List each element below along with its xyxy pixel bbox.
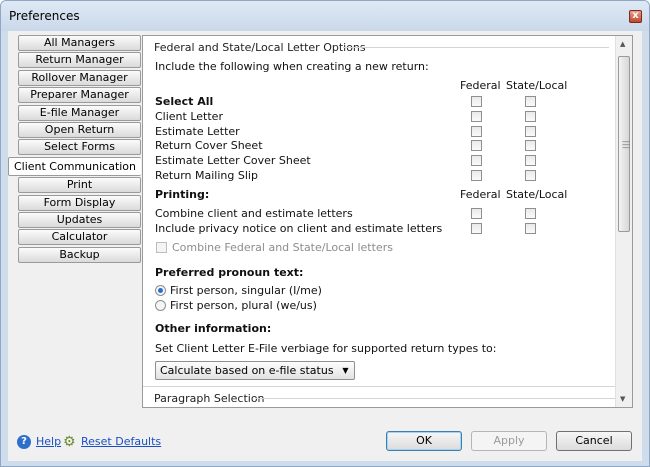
printing-option-label: Include privacy notice on client and est…: [155, 222, 443, 235]
section-divider: [343, 47, 609, 48]
intro-text: Include the following when creating a ne…: [155, 60, 429, 73]
mailing-slip-state-checkbox[interactable]: [525, 170, 536, 181]
cancel-button[interactable]: Cancel: [556, 431, 632, 451]
other-info-heading: Other information:: [155, 322, 272, 335]
privacy-notice-state-checkbox[interactable]: [525, 223, 536, 234]
section-divider: [256, 398, 616, 399]
nav-item-all-managers[interactable]: All Managers: [18, 35, 141, 51]
dialog-footer: ? Help ⚙ Reset Defaults OK Apply Cancel: [8, 413, 642, 461]
reset-defaults-link[interactable]: Reset Defaults: [81, 435, 161, 448]
pronoun-option-label: First person, plural (we/us): [170, 299, 317, 312]
estimate-cover-federal-checkbox[interactable]: [471, 155, 482, 166]
grip-icon: — — —: [622, 137, 630, 152]
pronoun-singular-radio[interactable]: [155, 285, 166, 296]
settings-panel: Federal and State/Local Letter Options I…: [142, 35, 633, 408]
dialog-body: All Managers Return Manager Rollover Manag…: [8, 31, 642, 461]
client-letter-state-checkbox[interactable]: [525, 111, 536, 122]
return-cover-federal-checkbox[interactable]: [471, 140, 482, 151]
efile-verbiage-dropdown[interactable]: Calculate based on e-file status ▼: [155, 361, 355, 380]
nav-item-backup[interactable]: Backup: [18, 246, 141, 263]
pronoun-heading: Preferred pronoun text:: [155, 266, 304, 279]
nav-item-updates[interactable]: Updates: [18, 211, 141, 228]
vertical-scrollbar[interactable]: ▲ — — — ▼: [615, 36, 632, 407]
select-all-label: Select All: [155, 95, 214, 108]
combine-fed-state-checkbox[interactable]: [156, 242, 167, 253]
window-title: Preferences: [9, 9, 80, 23]
client-letter-federal-checkbox[interactable]: [471, 111, 482, 122]
mailing-slip-federal-checkbox[interactable]: [471, 170, 482, 181]
nav-item-preparer-manager[interactable]: Preparer Manager: [18, 87, 141, 104]
nav-item-open-return[interactable]: Open Return: [18, 121, 141, 138]
close-icon[interactable]: x: [629, 10, 642, 23]
privacy-notice-federal-checkbox[interactable]: [471, 223, 482, 234]
efile-verbiage-label: Set Client Letter E-File verbiage for su…: [155, 342, 497, 355]
estimate-letter-federal-checkbox[interactable]: [471, 126, 482, 137]
section-title-letter-options: Federal and State/Local Letter Options: [154, 41, 366, 54]
scrollbar-thumb[interactable]: — — —: [618, 56, 630, 232]
combine-letters-federal-checkbox[interactable]: [471, 208, 482, 219]
combine-letters-state-checkbox[interactable]: [525, 208, 536, 219]
dropdown-value: Calculate based on e-file status: [160, 364, 334, 377]
pronoun-plural-radio[interactable]: [155, 300, 166, 311]
printing-option-label: Combine client and estimate letters: [155, 207, 353, 220]
letter-option-label: Client Letter: [155, 110, 223, 123]
letter-option-label: Return Cover Sheet: [155, 139, 263, 152]
pronoun-option-label: First person, singular (I/me): [170, 284, 322, 297]
scroll-down-icon[interactable]: ▼: [620, 395, 625, 403]
gear-icon: ⚙: [63, 434, 76, 450]
column-header-federal: Federal: [460, 79, 501, 92]
nav-item-return-manager[interactable]: Return Manager: [18, 52, 141, 69]
nav-item-print[interactable]: Print: [18, 177, 141, 194]
letter-option-label: Estimate Letter: [155, 125, 240, 138]
column-header-state: State/Local: [506, 188, 568, 201]
nav-item-select-forms[interactable]: Select Forms: [18, 139, 141, 156]
column-header-state: State/Local: [506, 79, 568, 92]
select-all-federal-checkbox[interactable]: [471, 96, 482, 107]
nav-item-form-display[interactable]: Form Display: [18, 194, 141, 211]
nav-item-rollover-manager[interactable]: Rollover Manager: [18, 69, 141, 86]
preferences-window: Preferences x All Managers Return Manager…: [0, 0, 650, 467]
select-all-state-checkbox[interactable]: [525, 96, 536, 107]
estimate-letter-state-checkbox[interactable]: [525, 126, 536, 137]
title-bar: Preferences x: [1, 1, 649, 31]
chevron-down-icon: ▼: [342, 366, 349, 375]
combine-fed-state-label: Combine Federal and State/Local letters: [172, 241, 393, 254]
apply-button[interactable]: Apply: [471, 431, 547, 451]
estimate-cover-state-checkbox[interactable]: [525, 155, 536, 166]
nav-item-e-file-manager[interactable]: E-file Manager: [18, 104, 141, 121]
scroll-up-icon[interactable]: ▲: [620, 40, 625, 48]
letter-option-label: Return Mailing Slip: [155, 169, 258, 182]
letter-option-label: Estimate Letter Cover Sheet: [155, 154, 311, 167]
section-title-paragraph-selection: Paragraph Selection: [154, 392, 265, 405]
section-divider: [143, 386, 616, 387]
nav-item-client-communication[interactable]: Client Communication: [8, 156, 141, 176]
column-header-federal: Federal: [460, 188, 501, 201]
printing-heading: Printing:: [155, 188, 210, 201]
help-link[interactable]: Help: [36, 435, 61, 448]
category-nav: All Managers Return Manager Rollover Manag…: [8, 35, 150, 264]
return-cover-state-checkbox[interactable]: [525, 140, 536, 151]
ok-button[interactable]: OK: [386, 431, 462, 451]
help-icon[interactable]: ?: [17, 435, 31, 449]
nav-item-calculator[interactable]: Calculator: [18, 229, 141, 246]
